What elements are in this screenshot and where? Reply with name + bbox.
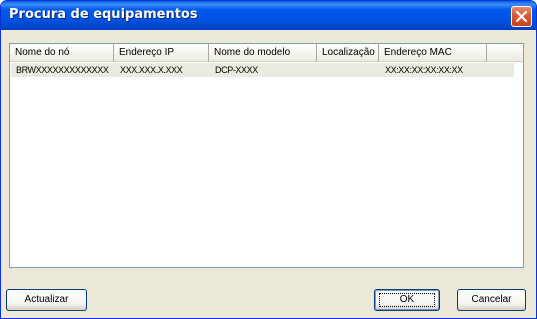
column-header-ip-address[interactable]: Endereço IP — [114, 44, 209, 62]
title-bar[interactable]: Procura de equipamentos — [1, 1, 536, 30]
cell-node-name: BRWXXXXXXXXXXXXX — [16, 65, 109, 75]
table-row[interactable]: BRWXXXXXXXXXXXXX XXX.XXX.X.XXX DCP-XXXX … — [11, 63, 514, 77]
cell-model-name: DCP-XXXX — [215, 65, 258, 75]
column-header-location[interactable]: Localização — [317, 44, 379, 62]
device-list[interactable]: Nome do nó Endereço IP Nome do modelo Lo… — [9, 43, 524, 268]
refresh-button[interactable]: Actualizar — [6, 289, 87, 311]
dialog-window: Procura de equipamentos Nome do nó Ender… — [0, 0, 537, 319]
dialog-client-area: Nome do nó Endereço IP Nome do modelo Lo… — [4, 30, 533, 316]
list-header: Nome do nó Endereço IP Nome do modelo Lo… — [10, 44, 523, 62]
ok-button-label: OK — [399, 294, 415, 305]
close-button[interactable] — [511, 6, 532, 27]
ok-button[interactable]: OK — [374, 289, 440, 311]
cell-ip-address: XXX.XXX.X.XXX — [120, 65, 183, 75]
window-title: Procura de equipamentos — [9, 7, 198, 22]
column-header-filler — [487, 44, 523, 62]
column-header-model-name[interactable]: Nome do modelo — [209, 44, 317, 62]
close-icon — [515, 10, 528, 23]
column-header-mac-address[interactable]: Endereço MAC — [379, 44, 487, 62]
cell-mac-address: XX:XX:XX:XX:XX:XX — [385, 65, 463, 75]
cancel-button[interactable]: Cancelar — [457, 289, 526, 311]
column-header-node-name[interactable]: Nome do nó — [10, 44, 114, 62]
